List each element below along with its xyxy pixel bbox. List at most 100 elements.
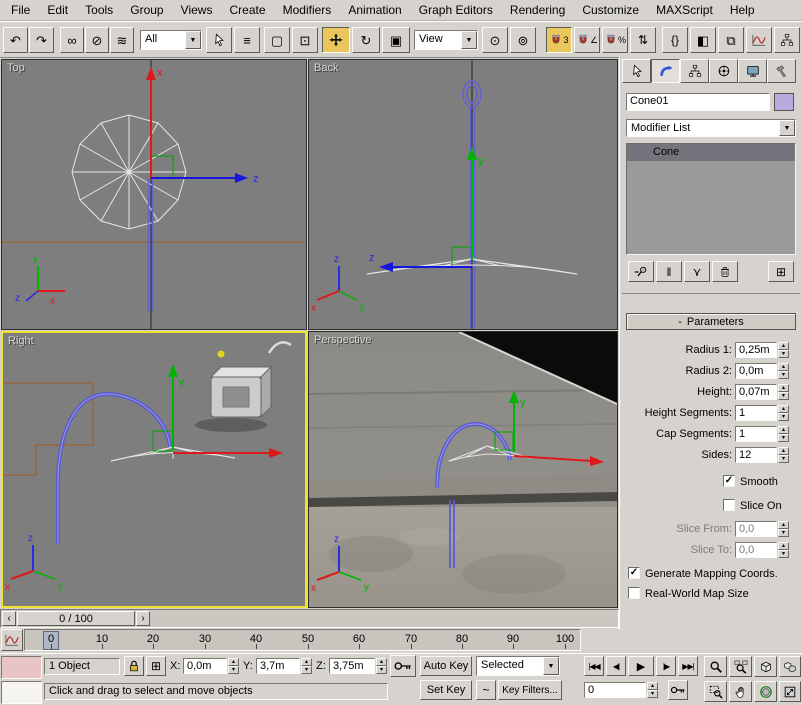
bind-to-space-warp-button[interactable]: ≋ [110, 27, 134, 53]
angle-snap-toggle[interactable]: ∠ [574, 27, 600, 53]
new-key-default-inout-button[interactable]: ~ [476, 680, 496, 700]
chevron-down-icon[interactable]: ▼ [185, 31, 201, 49]
track-bar-ruler[interactable]: 0 10 20 30 40 50 60 70 80 90 100 [24, 629, 581, 651]
remove-modifier-button[interactable] [712, 261, 738, 282]
selection-lock-toggle[interactable] [124, 656, 144, 676]
menu-tools[interactable]: Tools [78, 0, 120, 20]
time-slider-handle[interactable]: 0 / 100 [17, 611, 135, 626]
cap-segments-field[interactable]: 1 [735, 426, 777, 442]
auto-key-button[interactable]: Auto Key [420, 656, 472, 676]
key-mode-toggle[interactable] [668, 680, 688, 700]
parameters-rollout-header[interactable]: - Parameters [626, 313, 796, 330]
time-slider-next-button[interactable]: › [136, 611, 150, 626]
arc-rotate-button[interactable] [754, 681, 777, 702]
real-world-checkbox[interactable] [628, 587, 640, 599]
menu-customize[interactable]: Customize [575, 0, 646, 20]
tab-motion[interactable] [709, 59, 738, 83]
radius1-field[interactable]: 0,25m [735, 342, 777, 358]
zoom-region-button[interactable] [704, 681, 727, 702]
next-frame-button[interactable]: |▶ [656, 656, 676, 676]
snap-toggle-3d-button[interactable]: 3 [546, 27, 572, 53]
viewport-label[interactable]: Back [314, 62, 338, 74]
menu-edit[interactable]: Edit [40, 0, 75, 20]
tab-hierarchy[interactable] [680, 59, 709, 83]
go-to-end-button[interactable]: ▶▶| [678, 656, 698, 676]
menu-animation[interactable]: Animation [341, 0, 408, 20]
menu-modifiers[interactable]: Modifiers [276, 0, 339, 20]
y-coord-spinner[interactable] [301, 658, 312, 674]
viewport-right[interactable]: y z x y Right [1, 331, 307, 608]
menu-create[interactable]: Create [223, 0, 273, 20]
cap-segments-spinner[interactable] [778, 426, 789, 442]
chevron-down-icon[interactable]: ▼ [779, 120, 795, 136]
zoom-extents-all-button[interactable] [779, 656, 801, 677]
y-coord-field[interactable]: 3,7m [256, 658, 300, 674]
radius2-field[interactable]: 0,0m [735, 363, 777, 379]
select-and-manipulate-button[interactable]: ⊚ [510, 27, 536, 53]
set-key-button[interactable]: Set Key [420, 680, 472, 700]
generate-mapping-checkbox[interactable] [628, 567, 640, 579]
menu-rendering[interactable]: Rendering [503, 0, 572, 20]
show-end-result-button[interactable]: ‖ [656, 261, 682, 282]
previous-frame-button[interactable]: ◀| [606, 656, 626, 676]
viewport-perspective[interactable]: y z x y Perspective [308, 331, 618, 608]
go-to-start-button[interactable]: |◀◀ [584, 656, 604, 676]
current-frame-field[interactable]: 0 [584, 682, 646, 698]
zoom-extents-button[interactable] [754, 656, 777, 677]
absolute-mode-toggle[interactable]: ⊞ [146, 656, 166, 676]
z-coord-field[interactable]: 3,75m [329, 658, 375, 674]
select-object-button[interactable] [206, 27, 232, 53]
viewport-top[interactable]: x z y x z Top [1, 59, 307, 330]
chevron-down-icon[interactable]: ▼ [543, 657, 559, 675]
maximize-viewport-toggle[interactable] [779, 681, 801, 702]
curve-editor-button[interactable] [746, 27, 772, 53]
select-by-name-button[interactable]: ≡ [234, 27, 260, 53]
reference-coordinate-dropdown[interactable]: View ▼ [414, 30, 478, 50]
pin-stack-button[interactable] [628, 261, 654, 282]
window-crossing-toggle[interactable]: ⊡ [292, 27, 318, 53]
current-frame-spinner[interactable] [647, 682, 658, 698]
mirror-button[interactable]: ◧ [690, 27, 716, 53]
viewport-label[interactable]: Top [7, 62, 25, 74]
height-spinner[interactable] [778, 384, 789, 400]
z-coord-spinner[interactable] [376, 658, 387, 674]
select-and-rotate-button[interactable]: ↻ [352, 27, 380, 53]
tab-create[interactable] [622, 59, 651, 83]
menu-help[interactable]: Help [723, 0, 762, 20]
modifier-stack[interactable]: Cone [626, 143, 796, 255]
menu-views[interactable]: Views [174, 0, 220, 20]
time-slider-track[interactable]: ‹ 0 / 100 › [0, 608, 619, 629]
key-filters-button[interactable]: Key Filters... [498, 680, 562, 700]
tab-utilities[interactable] [767, 59, 796, 83]
chevron-down-icon[interactable]: ▼ [461, 31, 477, 49]
menu-group[interactable]: Group [123, 0, 170, 20]
pan-button[interactable] [729, 681, 752, 702]
tab-display[interactable] [738, 59, 767, 83]
time-slider-prev-button[interactable]: ‹ [2, 611, 16, 626]
configure-modifier-sets-button[interactable]: ⊞ [768, 261, 794, 282]
modifier-list-dropdown[interactable]: Modifier List ▼ [626, 119, 796, 137]
height-field[interactable]: 0,07m [735, 384, 777, 400]
menu-graph-editors[interactable]: Graph Editors [412, 0, 500, 20]
radius2-spinner[interactable] [778, 363, 789, 379]
undo-button[interactable]: ↶ [3, 27, 28, 53]
schematic-view-button[interactable] [774, 27, 800, 53]
sides-field[interactable]: 12 [735, 447, 777, 463]
maxscript-mini-listener-pink[interactable] [1, 656, 42, 679]
percent-snap-toggle[interactable]: % [602, 27, 628, 53]
zoom-button[interactable] [704, 656, 727, 677]
play-button[interactable]: ▶ [628, 656, 654, 676]
radius1-spinner[interactable] [778, 342, 789, 358]
selection-set-dropdown[interactable]: Selected ▼ [476, 656, 560, 676]
smooth-checkbox[interactable] [723, 475, 735, 487]
viewport-back[interactable]: y z z x y Back [308, 59, 618, 330]
select-and-move-button[interactable] [322, 27, 350, 53]
x-coord-field[interactable]: 0,0m [183, 658, 227, 674]
redo-button[interactable]: ↷ [29, 27, 54, 53]
height-segments-field[interactable]: 1 [735, 405, 777, 421]
viewport-label[interactable]: Right [8, 335, 34, 347]
tab-modify[interactable] [651, 59, 680, 83]
rectangular-selection-region-button[interactable]: ▢ [264, 27, 290, 53]
menu-file[interactable]: File [4, 0, 37, 20]
selection-filter-dropdown[interactable]: All ▼ [140, 30, 202, 50]
